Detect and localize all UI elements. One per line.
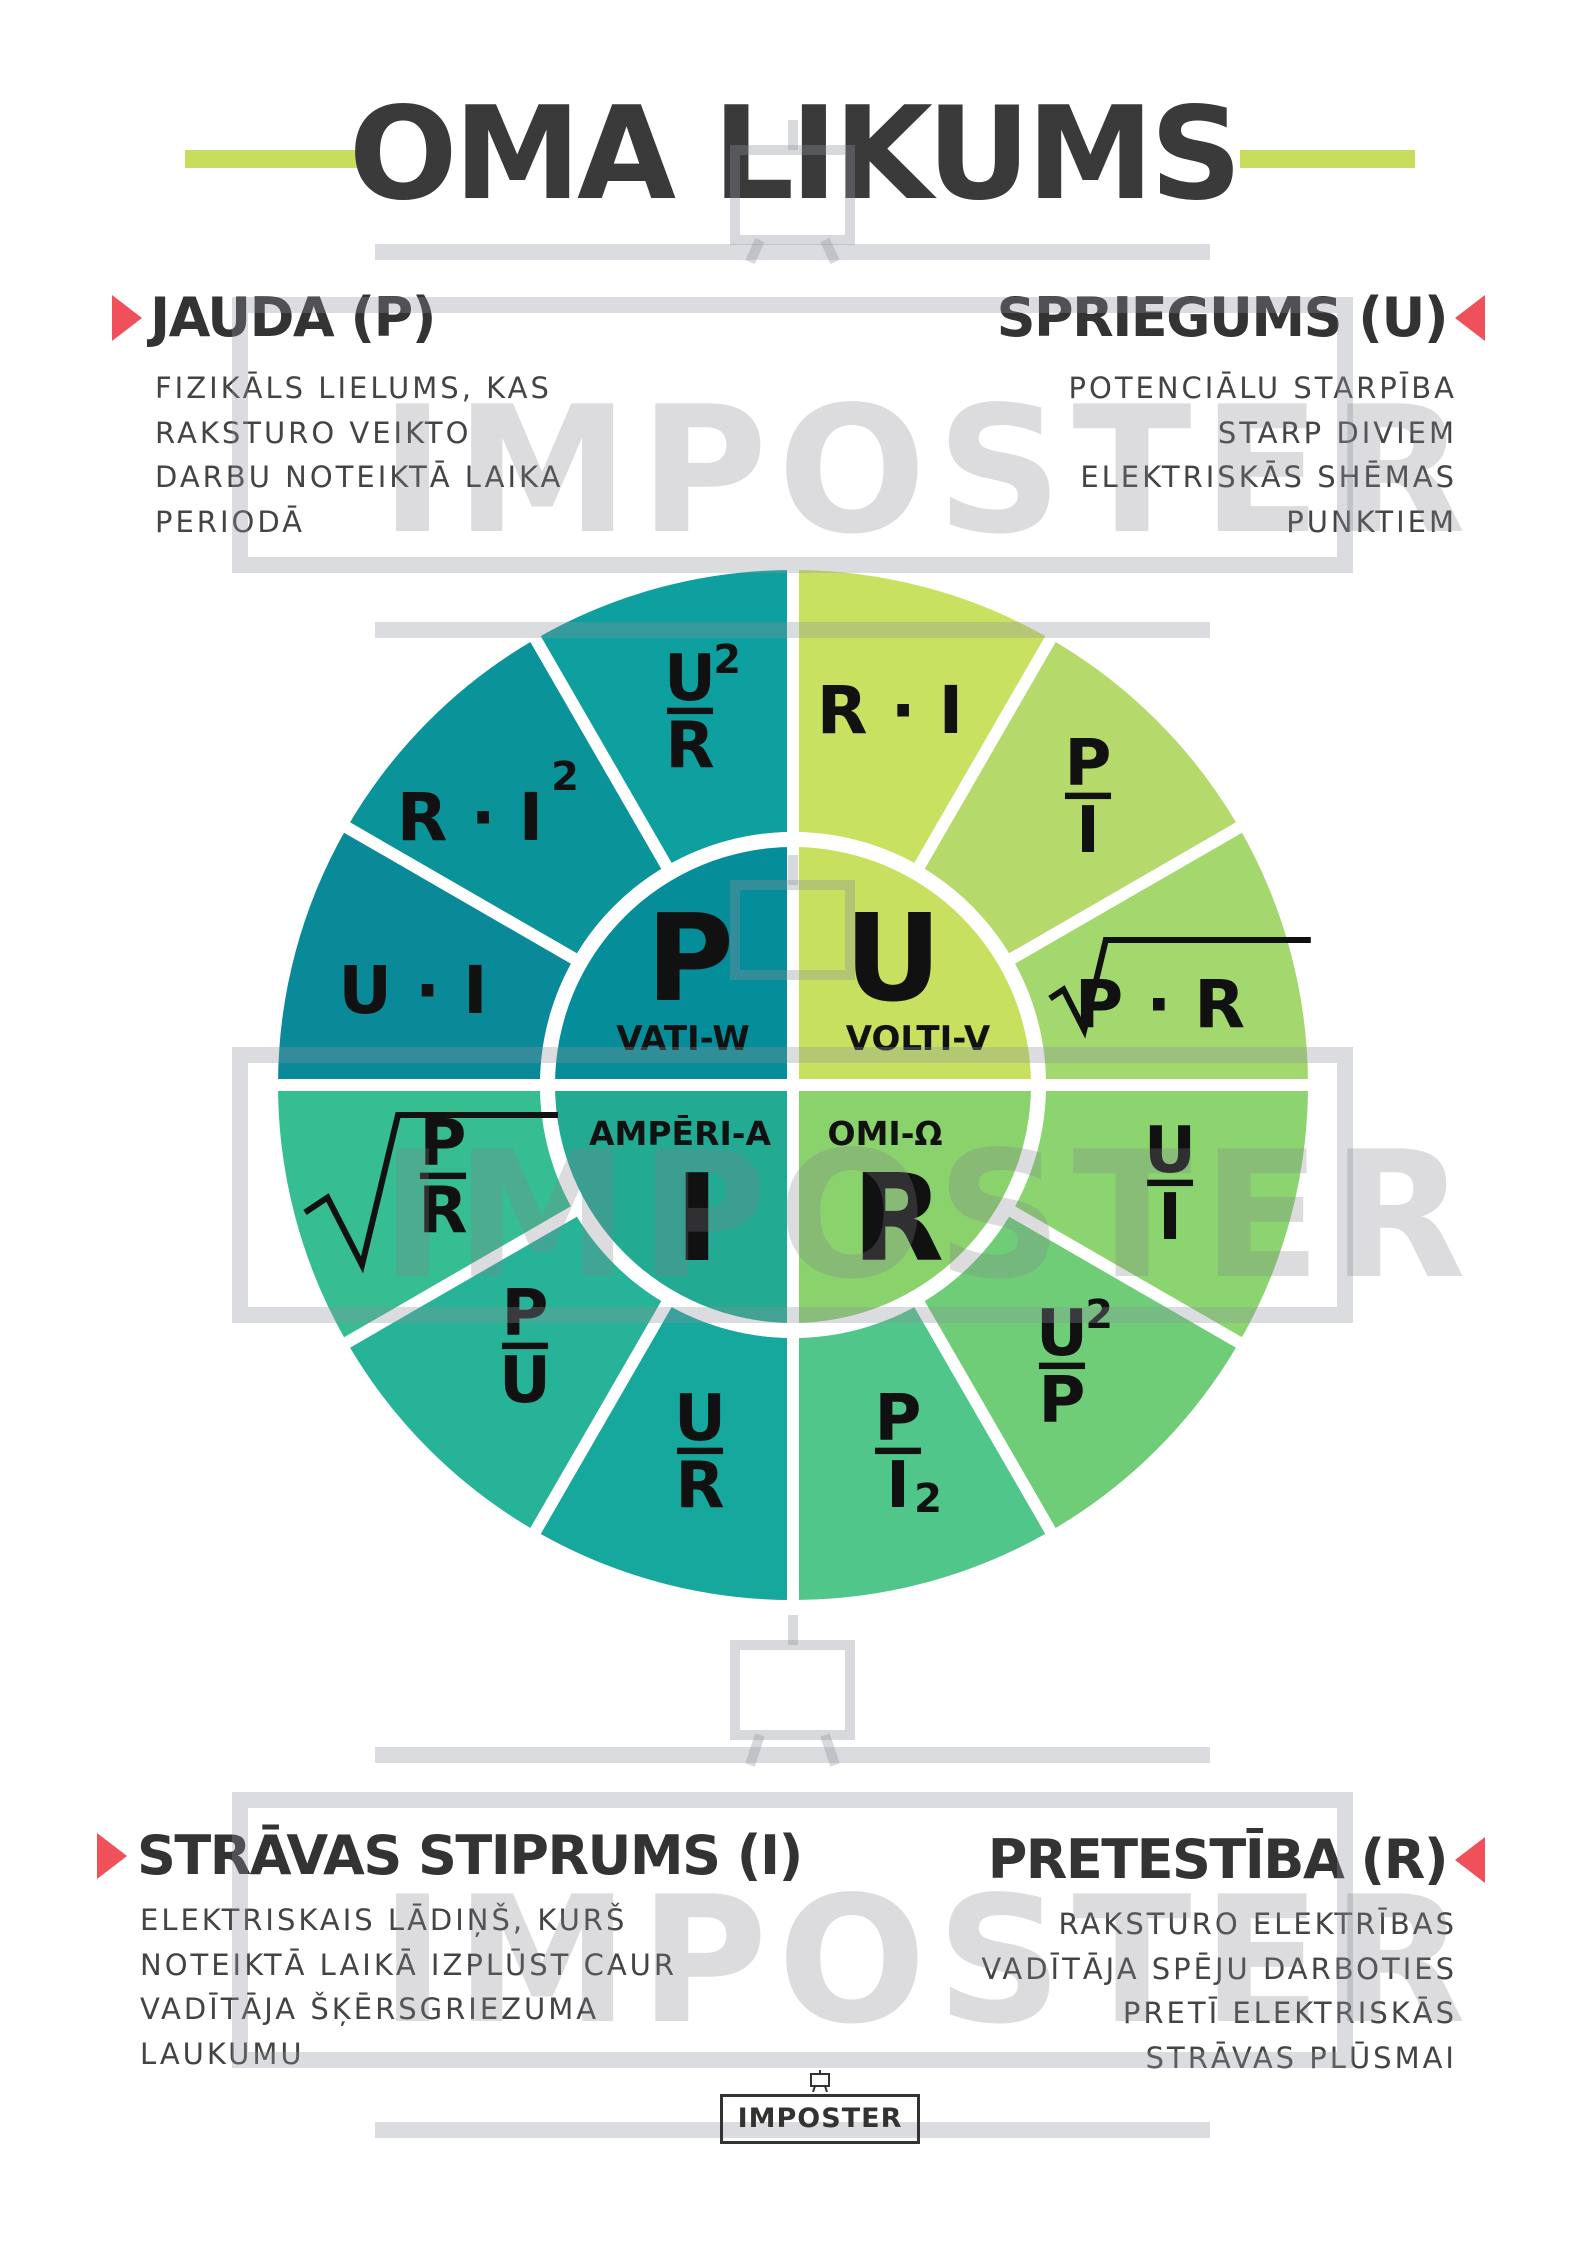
formula-r-i-exponent: 2 [914,1476,942,1522]
watermark-text: IMPOSTER [380,1860,1476,2063]
formula-p-ui: U · I [338,952,487,1029]
center-letter-u: U [844,890,941,1029]
watermark-text: IMPOSTER [380,1115,1476,1318]
formula-r-u2-over-p-denominator: P [1039,1364,1086,1438]
formula-u-p-over-i-denominator: I [1076,794,1100,868]
formula-p-u2-over-r-denominator: R [665,709,714,783]
formula-p-u2-over-r-exponent: 2 [713,637,741,683]
center-letter-p: P [646,890,734,1029]
brand-logo: IMPOSTER [720,2094,920,2144]
center-unit-u: VOLTI-V [846,1019,991,1059]
formula-i-u-over-r-numerator: U [674,1382,726,1456]
formula-u-ri: R · I [817,672,963,749]
center-unit-p: VATI-W [616,1019,750,1059]
formula-i-p-over-u-denominator: U [499,1344,551,1418]
formula-r-p-over-i2-numerator: P [875,1382,922,1456]
formula-i-u-over-r-denominator: R [675,1449,724,1523]
formula-p-ri2: R · I [397,779,543,856]
formula-u-p-over-i-numerator: P [1065,727,1112,801]
formula-u-sqrt-pr: P · R [1075,966,1245,1043]
watermark-text: IMPOSTER [380,370,1476,573]
formula-p-u2-over-r-numerator: U [664,642,716,716]
formula-r-p-over-i2-denominator: I [886,1449,910,1523]
easel-logo-icon [810,2070,830,2092]
formula-p-exponent: 2 [551,754,579,800]
